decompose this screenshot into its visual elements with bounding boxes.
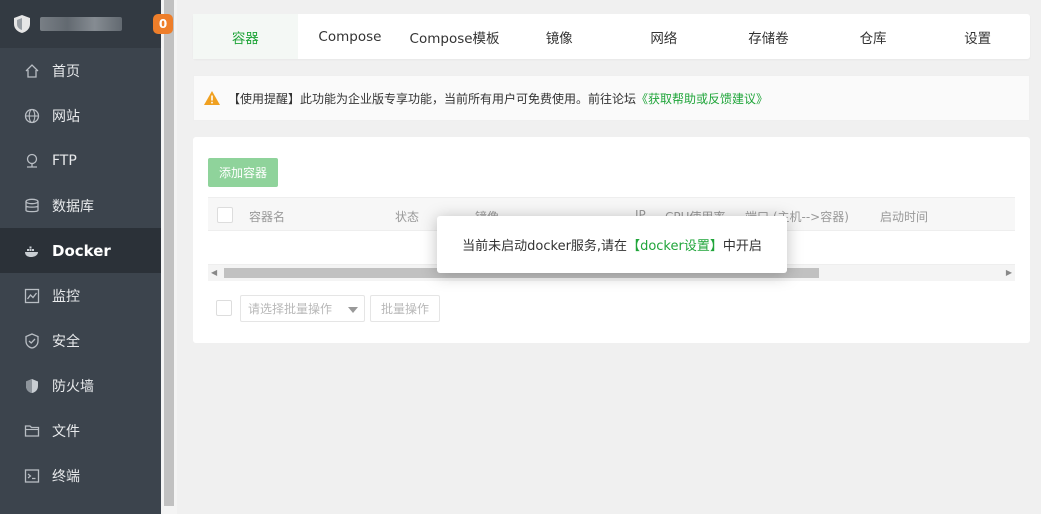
popup-text-before: 当前未启动docker服务,请在 [462,239,628,254]
folder-icon [24,423,40,439]
sidebar-item-database[interactable]: 数据库 [0,183,161,228]
sidebar-item-website[interactable]: 网站 [0,93,161,138]
notice-bar: 【使用提醒】此功能为企业版专享功能，当前所有用户可免费使用。前往论坛 《获取帮助… [193,75,1030,121]
sidebar-item-label: 安全 [52,333,80,350]
monitor-icon [24,288,40,304]
add-container-button[interactable]: 添加容器 [208,158,278,187]
batch-select-checkbox[interactable] [216,300,232,316]
batch-actions-row: 请选择批量操作 批量操作 [208,294,440,322]
tab-settings[interactable]: 设置 [925,14,1030,59]
docker-settings-link[interactable]: 【docker设置】 [627,235,723,254]
tab-network[interactable]: 网络 [612,14,717,59]
tab-containers[interactable]: 容器 [193,14,298,59]
tab-volumes[interactable]: 存储卷 [716,14,821,59]
batch-select-placeholder: 请选择批量操作 [248,301,333,316]
sidebar-item-label: Docker [52,241,111,260]
sidebar-item-security[interactable]: 安全 [0,318,161,363]
sidebar-item-terminal[interactable]: 终端 [0,453,161,498]
sidebar-item-label: FTP [52,152,77,169]
globe-icon [24,108,40,124]
tab-registry[interactable]: 仓库 [821,14,926,59]
terminal-icon [24,468,40,484]
tab-images[interactable]: 镜像 [507,14,612,59]
sidebar-item-label: 首页 [52,63,80,80]
select-all-checkbox[interactable] [217,207,233,223]
logo-shield-icon [14,15,30,33]
batch-action-select[interactable]: 请选择批量操作 [240,294,365,322]
notification-badge[interactable]: 0 [153,14,173,34]
firewall-icon [24,378,40,394]
scroll-left-arrow-icon[interactable]: ◀ [211,268,217,277]
docker-icon [24,243,40,259]
column-header-name[interactable]: 容器名 [249,208,285,225]
sidebar-item-docker[interactable]: Docker [0,228,161,273]
brand[interactable]: 0 [0,0,173,48]
database-icon [24,198,40,214]
vertical-scrollbar[interactable] [161,0,177,514]
column-header-status[interactable]: 状态 [395,208,419,225]
sidebar-nav: 首页 网站 FTP 数据库 Docker 监控 安全 防火墙 文件 终端 [0,48,161,498]
sidebar-item-files[interactable]: 文件 [0,408,161,453]
warning-icon [204,91,220,105]
column-header-start-time[interactable]: 启动时间 [880,208,928,225]
forum-help-link[interactable]: 《获取帮助或反馈建议》 [636,90,768,107]
server-name-redacted [40,17,122,31]
sidebar-item-label: 终端 [52,468,80,485]
sidebar-item-ftp[interactable]: FTP [0,138,161,183]
home-icon [24,63,40,79]
tab-compose[interactable]: Compose [298,14,403,59]
sidebar-item-monitor[interactable]: 监控 [0,273,161,318]
scrollbar-thumb[interactable] [164,0,174,506]
sidebar-item-label: 网站 [52,108,80,125]
tab-compose-template[interactable]: Compose模板 [402,14,507,59]
sidebar: 0 首页 网站 FTP 数据库 Docker 监控 安全 防火墙 文件 终端 [0,0,173,514]
ftp-icon [24,153,40,169]
sidebar-item-label: 文件 [52,423,80,440]
sidebar-item-label: 数据库 [52,198,94,215]
sidebar-item-label: 防火墙 [52,378,94,395]
notice-text: 【使用提醒】此功能为企业版专享功能，当前所有用户可免费使用。前往论坛 [228,91,637,106]
scroll-right-arrow-icon[interactable]: ▶ [1006,268,1012,277]
sidebar-item-firewall[interactable]: 防火墙 [0,363,161,408]
popup-text-after: 中开启 [722,239,762,254]
docker-not-started-popup: 当前未启动docker服务,请在 【docker设置】 中开启 [437,216,787,273]
sidebar-item-label: 监控 [52,288,80,305]
batch-operation-button[interactable]: 批量操作 [370,294,440,322]
shield-check-icon [24,332,40,349]
sidebar-item-home[interactable]: 首页 [0,48,161,93]
docker-tabs: 容器 Compose Compose模板 镜像 网络 存储卷 仓库 设置 [193,14,1030,59]
chevron-down-icon [348,306,358,313]
